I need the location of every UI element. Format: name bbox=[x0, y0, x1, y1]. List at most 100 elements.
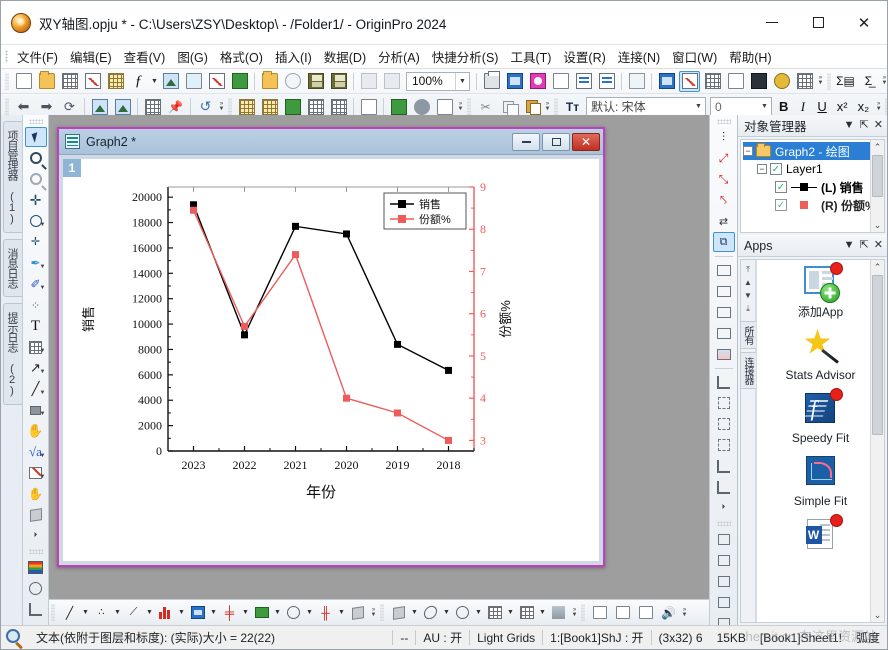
scroll-down-arrow[interactable]: ⌄ bbox=[874, 218, 882, 232]
toolbar-grip-stats[interactable] bbox=[827, 72, 831, 90]
rotate-tool[interactable]: ✋ bbox=[25, 484, 47, 504]
script-window-icon[interactable] bbox=[748, 71, 769, 92]
apps-scrollbar[interactable]: ⌃ ⌄ bbox=[870, 260, 884, 622]
font-size-dropdown-arrow[interactable]: ▼ bbox=[758, 103, 771, 110]
tree-node-plot-share[interactable]: ✓ (R) 份额% bbox=[743, 196, 884, 214]
tools-overflow[interactable]: ⏵ bbox=[25, 526, 47, 546]
exchange-axis-icon[interactable]: ⇄ bbox=[713, 211, 735, 231]
column-plot-icon[interactable] bbox=[155, 602, 176, 623]
toolbar-grip[interactable] bbox=[5, 72, 9, 90]
heatmap-icon[interactable] bbox=[516, 602, 537, 623]
superscript-button[interactable]: x² bbox=[833, 97, 852, 116]
new-function-plot-icon[interactable]: ƒ bbox=[128, 71, 149, 92]
line-plot-dropdown[interactable]: ▼ bbox=[81, 602, 90, 623]
tools-grip-2[interactable] bbox=[28, 549, 43, 554]
menu-quick-analysis[interactable]: 快捷分析(S) bbox=[426, 45, 505, 68]
new-matrix-icon[interactable] bbox=[105, 71, 126, 92]
shading-tool[interactable] bbox=[25, 578, 47, 598]
box-chart-dropdown[interactable]: ▼ bbox=[337, 602, 346, 623]
data-reader-tool[interactable]: ✛ bbox=[25, 190, 47, 210]
scatter-plot-icon[interactable]: ∴ bbox=[91, 602, 112, 623]
minimize-button[interactable] bbox=[749, 1, 795, 44]
refresh-icon[interactable]: ⟳ bbox=[59, 96, 80, 117]
data-selector-tool[interactable]: ✛ bbox=[25, 232, 47, 252]
scroll-down-arrow[interactable]: ⌄ bbox=[874, 608, 882, 622]
align-tools-grip[interactable] bbox=[716, 521, 731, 526]
copy-icon[interactable] bbox=[498, 96, 519, 117]
two-panel-icon[interactable] bbox=[713, 281, 735, 301]
axis-bottom-left-icon[interactable] bbox=[713, 372, 735, 392]
toolbar-grip-clipboard[interactable] bbox=[467, 98, 471, 115]
image-export-icon[interactable] bbox=[527, 71, 548, 92]
speaker-icon[interactable]: 🔊 bbox=[658, 602, 679, 623]
layer-contents-icon[interactable] bbox=[573, 71, 594, 92]
toolbar-grip-font[interactable] bbox=[554, 98, 558, 115]
zoom-panel-icon[interactable] bbox=[656, 71, 677, 92]
mask-toolbar-overflow[interactable]: » ▼ bbox=[680, 602, 689, 623]
menu-edit[interactable]: 编辑(E) bbox=[64, 45, 118, 68]
toolbar-overflow-7[interactable]: » ▼ bbox=[543, 96, 552, 117]
3d-surface-icon[interactable] bbox=[388, 602, 409, 623]
insert-graph-tool[interactable]: ▼ bbox=[25, 463, 47, 483]
menu-connect[interactable]: 连接(N) bbox=[612, 45, 666, 68]
save-template-icon[interactable] bbox=[328, 71, 349, 92]
close-icon[interactable]: ✕ bbox=[874, 120, 883, 131]
chevron-down-icon[interactable]: ▼ bbox=[844, 120, 855, 131]
axis-tools-grip[interactable] bbox=[716, 119, 731, 124]
log-axis-icon[interactable]: ⤣ bbox=[713, 190, 735, 210]
new-notes-icon[interactable] bbox=[183, 71, 204, 92]
single-layer-icon[interactable] bbox=[713, 260, 735, 280]
menu-format[interactable]: 格式(O) bbox=[214, 45, 269, 68]
duplicate-sheet-icon[interactable] bbox=[305, 96, 326, 117]
plot-checkbox[interactable]: ✓ bbox=[775, 181, 787, 193]
plot3d-toolbar-grip[interactable] bbox=[380, 604, 384, 621]
new-project-icon[interactable] bbox=[13, 71, 34, 92]
scatter-3d-icon[interactable]: ⫶ bbox=[713, 127, 735, 147]
linear-axis-icon[interactable]: ⤡ bbox=[713, 169, 735, 189]
zoom-level-dropdown-arrow[interactable]: ▼ bbox=[455, 72, 469, 90]
open-cloud-icon[interactable] bbox=[282, 71, 303, 92]
apps-list[interactable]: 添加App Stats Advisor f Speedy Fit Simple … bbox=[756, 260, 884, 622]
contour-plot-icon[interactable] bbox=[187, 602, 208, 623]
add-column-icon[interactable] bbox=[794, 71, 815, 92]
plot-toolbar-overflow[interactable]: » ▼ bbox=[369, 602, 378, 623]
font-style-icon[interactable]: Tт bbox=[562, 96, 583, 117]
toolbar-grip-workbook[interactable] bbox=[228, 98, 232, 115]
merge-graph-icon[interactable] bbox=[596, 71, 617, 92]
pointer-tool[interactable] bbox=[24, 127, 47, 147]
apps-first-icon[interactable]: ⤒ bbox=[746, 263, 750, 276]
annotation-tool[interactable]: ▼ bbox=[25, 337, 47, 357]
axis-right-icon[interactable] bbox=[713, 414, 735, 434]
3d-surface-dropdown[interactable]: ▼ bbox=[410, 602, 419, 623]
import-wizard-icon[interactable] bbox=[89, 96, 110, 117]
copy-page-icon[interactable] bbox=[550, 71, 571, 92]
chevron-down-icon[interactable]: ▼ bbox=[844, 240, 855, 251]
paste-icon[interactable] bbox=[521, 96, 542, 117]
graph-canvas[interactable]: 1 0 2000 4000 6000 8000 10000 12000 14000 16000 1… bbox=[63, 159, 599, 561]
reimport-icon[interactable] bbox=[142, 96, 163, 117]
apps-up-icon[interactable]: ▲ bbox=[744, 276, 752, 289]
matrix-image-icon[interactable] bbox=[484, 602, 505, 623]
open-folder-icon[interactable] bbox=[36, 71, 57, 92]
forward-icon[interactable]: ➡ bbox=[36, 96, 57, 117]
image-plot-icon[interactable] bbox=[548, 602, 569, 623]
graph-child-window[interactable]: Graph2 * ✕ 1 0 2000 4000 6000 8000 10000 12000… bbox=[57, 127, 605, 567]
apps-tab-connector[interactable]: 连接器 bbox=[741, 352, 757, 389]
new-excel-icon[interactable] bbox=[206, 71, 227, 92]
toolbar-overflow-8[interactable]: » ▼ bbox=[874, 96, 883, 117]
stop-script-icon[interactable] bbox=[381, 71, 402, 92]
menu-file[interactable]: 文件(F) bbox=[11, 45, 64, 68]
new-layout-icon[interactable] bbox=[160, 71, 181, 92]
status-cell-angle-unit[interactable]: 弧度 bbox=[849, 629, 887, 646]
menu-graph[interactable]: 图(G) bbox=[171, 45, 214, 68]
menu-tools[interactable]: 工具(T) bbox=[504, 45, 557, 68]
export-excel-icon[interactable] bbox=[282, 96, 303, 117]
mask-toolbar-grip[interactable] bbox=[581, 604, 585, 621]
menu-insert[interactable]: 插入(I) bbox=[269, 45, 318, 68]
contour-plot-dropdown[interactable]: ▼ bbox=[209, 602, 218, 623]
graph-maximize-button[interactable] bbox=[542, 132, 570, 151]
object-manager-scrollbar[interactable]: ⌃ ⌄ bbox=[870, 140, 884, 232]
distribute-v-icon[interactable] bbox=[713, 613, 735, 625]
bold-button[interactable]: B bbox=[775, 97, 792, 116]
print-icon[interactable] bbox=[481, 71, 502, 92]
